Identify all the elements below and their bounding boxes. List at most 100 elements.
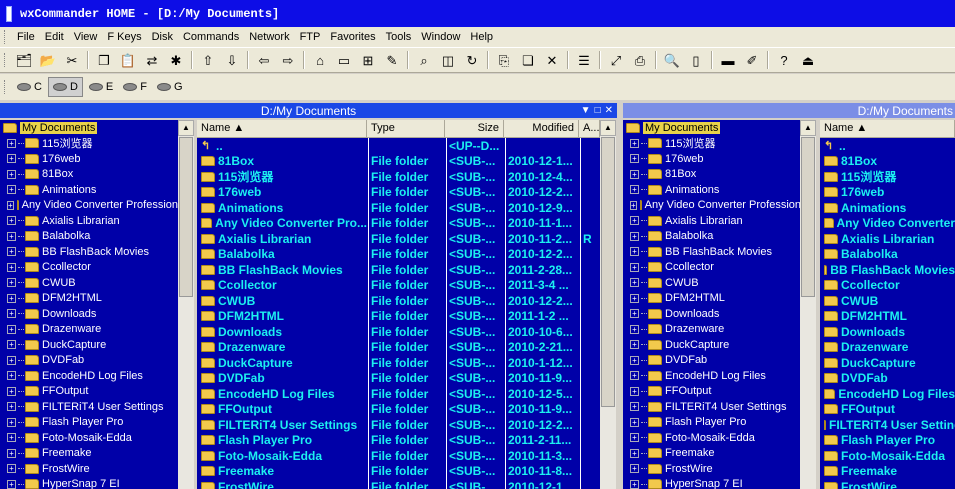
menu-help[interactable]: Help [465,31,498,43]
file-row[interactable]: FILTERiT4 User Settings [820,417,955,433]
tree-item[interactable]: + Drazenware [623,322,800,338]
scroll-thumb[interactable] [801,137,815,297]
pane-menu-icon[interactable]: ▼ [581,105,591,116]
drive-c-button[interactable]: C [13,77,46,97]
drive-g-button[interactable]: G [153,77,187,97]
scroll-up-icon[interactable]: ▲ [178,120,194,136]
file-row[interactable]: Freemake [820,464,955,480]
expand-icon[interactable]: + [630,154,639,164]
right-folder-tree[interactable]: My Documents +115浏览器 +176web +81Box + Animati… [623,120,800,489]
drive-d-button[interactable]: D [47,77,83,97]
scroll-thumb[interactable] [179,137,193,297]
tree-item[interactable]: + DFM2HTML [0,291,178,307]
expand-icon[interactable]: + [630,479,639,489]
scroll-up-icon[interactable]: ▲ [600,120,616,136]
exit-icon[interactable]: ⏏ [798,50,818,70]
expand-icon[interactable]: + [630,433,639,443]
expand-icon[interactable]: + [630,417,639,427]
move-file-icon[interactable]: ❏ [518,50,538,70]
file-row[interactable]: Animations [820,200,955,216]
expand-icon[interactable]: + [7,464,16,474]
help-icon[interactable]: ? [774,50,794,70]
file-row[interactable]: BB FlashBack Movies File folder <SUB-... 20… [197,262,600,278]
expand-icon[interactable]: + [7,324,16,334]
tree-item[interactable]: + BB FlashBack Movies [0,244,178,260]
tree-item[interactable]: + FILTERiT4 User Settings [0,399,178,415]
delete-icon[interactable]: ✕ [542,50,562,70]
expand-icon[interactable]: + [7,417,16,427]
tree-item[interactable]: + Freemake [0,446,178,462]
file-row[interactable]: Flash Player Pro File folder <SUB-... 2011-… [197,433,600,449]
tools-icon[interactable]: ✐ [742,50,762,70]
file-row[interactable]: FFOutput File folder <SUB-... 2010-11-9... [197,402,600,418]
tree-item[interactable]: + Animations [623,182,800,198]
file-row[interactable]: DuckCapture [820,355,955,371]
expand-icon[interactable]: + [630,278,639,288]
tree-item[interactable]: + Axialis Librarian [623,213,800,229]
file-row[interactable]: FrostWire [820,479,955,489]
right-tree-scrollbar[interactable]: ▲ [800,120,816,489]
tree-icon[interactable]: 🗂 [14,50,34,70]
file-row[interactable]: Axialis Librarian [820,231,955,247]
menu-edit[interactable]: Edit [40,31,69,43]
forward-icon[interactable]: ⇨ [278,50,298,70]
file-row[interactable]: Ccollector [820,278,955,294]
tree-item[interactable]: + EncodeHD Log Files [0,368,178,384]
copy-icon[interactable]: ❐ [94,50,114,70]
file-row[interactable]: Freemake File folder <SUB-... 2010-11-8... [197,464,600,480]
column-name[interactable]: Name ▲ [197,120,367,138]
expand-icon[interactable]: + [630,138,639,148]
drive-f-button[interactable]: F [119,77,151,97]
column-attr[interactable]: A... [579,120,600,138]
search-icon[interactable]: ⌕ [414,50,434,70]
file-row[interactable]: EncodeHD Log Files File folder <SUB-... 201… [197,386,600,402]
tree-item[interactable]: + Ccollector [623,260,800,276]
back-icon[interactable]: ⇦ [254,50,274,70]
tree-item[interactable]: + CWUB [623,275,800,291]
expand-icon[interactable]: + [630,386,639,396]
paste-icon[interactable]: 📋 [118,50,138,70]
expand-icon[interactable]: + [7,262,16,272]
expand-icon[interactable]: ⤢ [606,50,626,70]
menu-ftp[interactable]: FTP [295,31,326,43]
left-tree-scrollbar[interactable]: ▲ [178,120,194,489]
column-modified[interactable]: Modified [504,120,579,138]
find-icon[interactable]: ✎ [382,50,402,70]
tree-item[interactable]: + FrostWire [623,461,800,477]
expand-icon[interactable]: + [7,309,16,319]
right-file-list[interactable]: Name ▲ ↰.. 81Box 115浏览器 176web Animations Any… [820,120,955,489]
expand-icon[interactable]: + [630,448,639,458]
tree-item[interactable]: + DVDFab [0,353,178,369]
file-row[interactable]: Drazenware File folder <SUB-... 2010-2-21..… [197,340,600,356]
expand-icon[interactable]: + [630,262,639,272]
expand-icon[interactable]: + [7,154,16,164]
menu-commands[interactable]: Commands [178,31,244,43]
menu-file[interactable]: File [12,31,40,43]
file-row[interactable]: DFM2HTML File folder <SUB-... 2011-1-2 ... [197,309,600,325]
expand-icon[interactable]: + [630,169,639,179]
tree-item[interactable]: + FFOutput [0,384,178,400]
expand-icon[interactable]: + [630,309,639,319]
file-row[interactable]: Any Video Converter Pro... File folder <SU… [197,216,600,232]
expand-icon[interactable]: + [7,200,14,210]
file-row[interactable]: Foto-Mosaik-Edda [820,448,955,464]
tree-item[interactable]: + Balabolka [0,229,178,245]
file-row[interactable]: Downloads File folder <SUB-... 2010-10-6... [197,324,600,340]
file-row[interactable]: DVDFab [820,371,955,387]
file-row[interactable]: Animations File folder <SUB-... 2010-12-9..… [197,200,600,216]
expand-icon[interactable]: + [7,231,16,241]
tree-item[interactable]: + FILTERiT4 User Settings [623,399,800,415]
tree-item[interactable]: +176web [0,151,178,167]
expand-icon[interactable]: + [7,185,16,195]
tree-item[interactable]: + FFOutput [623,384,800,400]
menu-tools[interactable]: Tools [381,31,417,43]
column-size[interactable]: Size [445,120,504,138]
tree-item[interactable]: + Drazenware [0,322,178,338]
column-type[interactable]: Type [367,120,445,138]
menu-f-keys[interactable]: F Keys [102,31,146,43]
file-row[interactable]: DVDFab File folder <SUB-... 2010-11-9... [197,371,600,387]
pane-close-icon[interactable]: ✕ [605,105,613,116]
file-row[interactable]: FILTERiT4 User Settings File folder <SUB-.… [197,417,600,433]
menu-network[interactable]: Network [244,31,294,43]
tree-item[interactable]: +115浏览器 [0,136,178,152]
